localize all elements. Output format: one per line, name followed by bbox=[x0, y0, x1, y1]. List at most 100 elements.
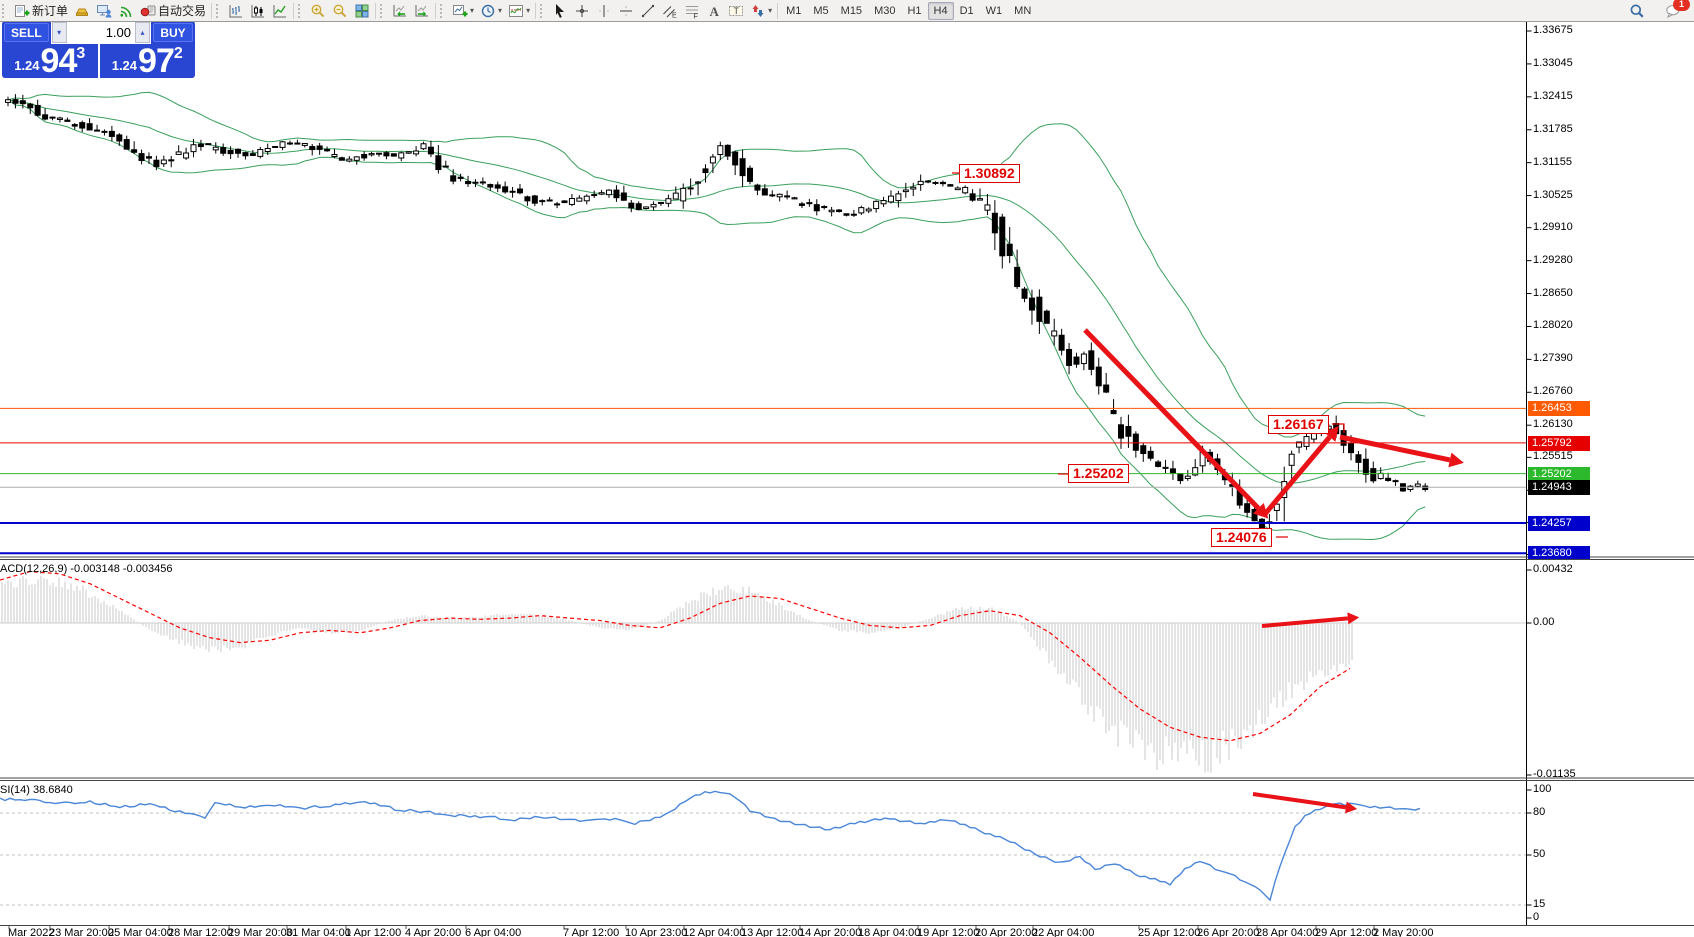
signals-button[interactable] bbox=[115, 2, 137, 20]
trend-line-icon bbox=[640, 3, 656, 19]
toolbar-grip[interactable] bbox=[540, 4, 546, 18]
autotrading-button[interactable]: 自动交易 bbox=[137, 2, 209, 20]
rsi-tick: 15 bbox=[1533, 898, 1545, 910]
price-annotation[interactable]: 1.25202 bbox=[1068, 464, 1129, 483]
time-label: 1 Apr 12:00 bbox=[345, 927, 401, 937]
price-tick: 1.26760 bbox=[1533, 385, 1573, 397]
sell-price-prefix: 1.24 bbox=[14, 56, 39, 76]
rsi-tick: 100 bbox=[1533, 783, 1551, 795]
buy-price[interactable]: 1.24972 bbox=[98, 44, 196, 78]
deposit-icon bbox=[74, 3, 90, 19]
new-chart-button[interactable]: ▾ bbox=[449, 2, 477, 20]
main-chart-pane: GBPUSD-,H4 1.24953 1.24954 1.24942 1.249… bbox=[0, 0, 1694, 559]
tile-windows-button[interactable] bbox=[351, 2, 373, 20]
chevron-down-icon[interactable]: ▾ bbox=[498, 7, 502, 15]
arrows-tool-icon bbox=[750, 3, 766, 19]
tile-windows-icon bbox=[354, 3, 370, 19]
new-order-label: 新订单 bbox=[32, 2, 68, 19]
price-tick: 1.33045 bbox=[1533, 57, 1573, 69]
volume-control: ▾ ▴ bbox=[51, 21, 151, 44]
new-order-button[interactable]: 新订单 bbox=[11, 2, 71, 20]
price-tag: 1.24257 bbox=[1528, 516, 1590, 531]
rsi-label: SI(14) 38.6840 bbox=[0, 784, 73, 796]
zoom-in-button[interactable] bbox=[307, 2, 329, 20]
vertical-line-button[interactable] bbox=[593, 2, 615, 20]
macd-tick: -0.01135 bbox=[1533, 768, 1576, 778]
text-label-button[interactable]: T bbox=[725, 2, 747, 20]
timeframe-m5-button[interactable]: M5 bbox=[807, 2, 834, 20]
toolbar-grip[interactable] bbox=[298, 4, 304, 18]
time-label: 23 Mar 20:00 bbox=[49, 927, 114, 937]
timeframe-m1-button[interactable]: M1 bbox=[780, 2, 807, 20]
price-annotation[interactable]: 1.24076 bbox=[1211, 528, 1272, 547]
candle-chart-icon bbox=[250, 3, 266, 19]
notifications-button[interactable]: 1 bbox=[1662, 2, 1684, 20]
rsi-pane: SI(14) 38.6840 100 80 50 150 bbox=[0, 781, 1694, 925]
toolbar-grip[interactable] bbox=[440, 4, 446, 18]
arrows-tool-button[interactable]: ▾ bbox=[747, 2, 775, 20]
bar-chart-icon bbox=[228, 3, 244, 19]
line-chart-button[interactable] bbox=[269, 2, 291, 20]
price-annotation[interactable]: 1.30892 bbox=[959, 164, 1020, 183]
profiles-button[interactable]: ▾ bbox=[477, 2, 505, 20]
timeframe-m30-button[interactable]: M30 bbox=[868, 2, 901, 20]
fibonacci-button[interactable]: F bbox=[681, 2, 703, 20]
text-button[interactable]: A bbox=[703, 2, 725, 20]
rsi-tick: 80 bbox=[1533, 806, 1545, 818]
rsi-tick: 0 bbox=[1533, 911, 1539, 923]
chevron-down-icon[interactable]: ▾ bbox=[526, 7, 530, 15]
price-tick: 1.29910 bbox=[1533, 221, 1573, 233]
horizontal-line-button[interactable] bbox=[615, 2, 637, 20]
sell-price[interactable]: 1.24943 bbox=[2, 44, 98, 78]
timeframe-h1-button[interactable]: H1 bbox=[901, 2, 927, 20]
macd-pane: ACD(12,26,9) -0.003148 -0.003456 0.00432… bbox=[0, 560, 1694, 778]
toolbar-grip[interactable] bbox=[2, 4, 8, 18]
trend-line-button[interactable] bbox=[637, 2, 659, 20]
volume-input[interactable] bbox=[67, 22, 135, 43]
time-axis: Mar 202223 Mar 20:0025 Mar 04:0028 Mar 1… bbox=[0, 926, 1694, 937]
chevron-down-icon[interactable]: ▾ bbox=[768, 7, 772, 15]
chart-shift-button[interactable] bbox=[411, 2, 433, 20]
toolbar-separator bbox=[777, 3, 778, 19]
chevron-down-icon[interactable]: ▾ bbox=[470, 7, 474, 15]
macd-tick: 0.00 bbox=[1533, 616, 1554, 628]
crosshair-button[interactable] bbox=[571, 2, 593, 20]
auto-scroll-button[interactable] bbox=[389, 2, 411, 20]
sell-price-big: 94 bbox=[41, 46, 77, 76]
price-tag: 1.26453 bbox=[1528, 401, 1590, 416]
bar-chart-button[interactable] bbox=[225, 2, 247, 20]
timeframe-mn-button[interactable]: MN bbox=[1008, 2, 1037, 20]
equidistant-channel-button[interactable]: E bbox=[659, 2, 681, 20]
toolbar-separator bbox=[375, 3, 376, 19]
crosshair-icon bbox=[574, 3, 590, 19]
timeframe-m15-button[interactable]: M15 bbox=[835, 2, 868, 20]
buy-button[interactable]: BUY bbox=[153, 23, 193, 42]
time-label: 14 Apr 20:00 bbox=[799, 927, 861, 937]
zoom-in-icon bbox=[310, 3, 326, 19]
indicators-button[interactable]: ▾ bbox=[505, 2, 533, 20]
virtual-hosting-button[interactable] bbox=[93, 2, 115, 20]
price-annotation[interactable]: 1.26167 bbox=[1268, 415, 1329, 434]
rsi-tick: 50 bbox=[1533, 848, 1545, 860]
mt4-window: 新订单 自动交易 ▾ ▾ ▾ EFAT ▾ M1M5M15M30H1H4D1W1MN 1 GBP… bbox=[0, 0, 1694, 937]
deposit-button[interactable] bbox=[71, 2, 93, 20]
search-button[interactable] bbox=[1626, 2, 1648, 20]
cursor-button[interactable] bbox=[549, 2, 571, 20]
autotrading-icon bbox=[140, 3, 156, 19]
volume-increase-button[interactable]: ▴ bbox=[135, 22, 150, 43]
price-tick: 1.25515 bbox=[1533, 450, 1573, 462]
time-label: 20 Apr 20:00 bbox=[975, 927, 1037, 937]
sell-button[interactable]: SELL bbox=[4, 23, 49, 42]
toolbar-grip[interactable] bbox=[216, 4, 222, 18]
timeframe-h4-button[interactable]: H4 bbox=[928, 2, 954, 20]
indicators-icon bbox=[508, 3, 524, 19]
timeframe-d1-button[interactable]: D1 bbox=[954, 2, 980, 20]
price-tick: 1.31155 bbox=[1533, 156, 1572, 168]
timeframe-w1-button[interactable]: W1 bbox=[980, 2, 1009, 20]
candle-chart-button[interactable] bbox=[247, 2, 269, 20]
toolbar-grip[interactable] bbox=[380, 4, 386, 18]
zoom-out-button[interactable] bbox=[329, 2, 351, 20]
time-label: 28 Mar 12:00 bbox=[168, 927, 233, 937]
toolbar-separator bbox=[211, 3, 212, 19]
volume-decrease-button[interactable]: ▾ bbox=[52, 22, 67, 43]
